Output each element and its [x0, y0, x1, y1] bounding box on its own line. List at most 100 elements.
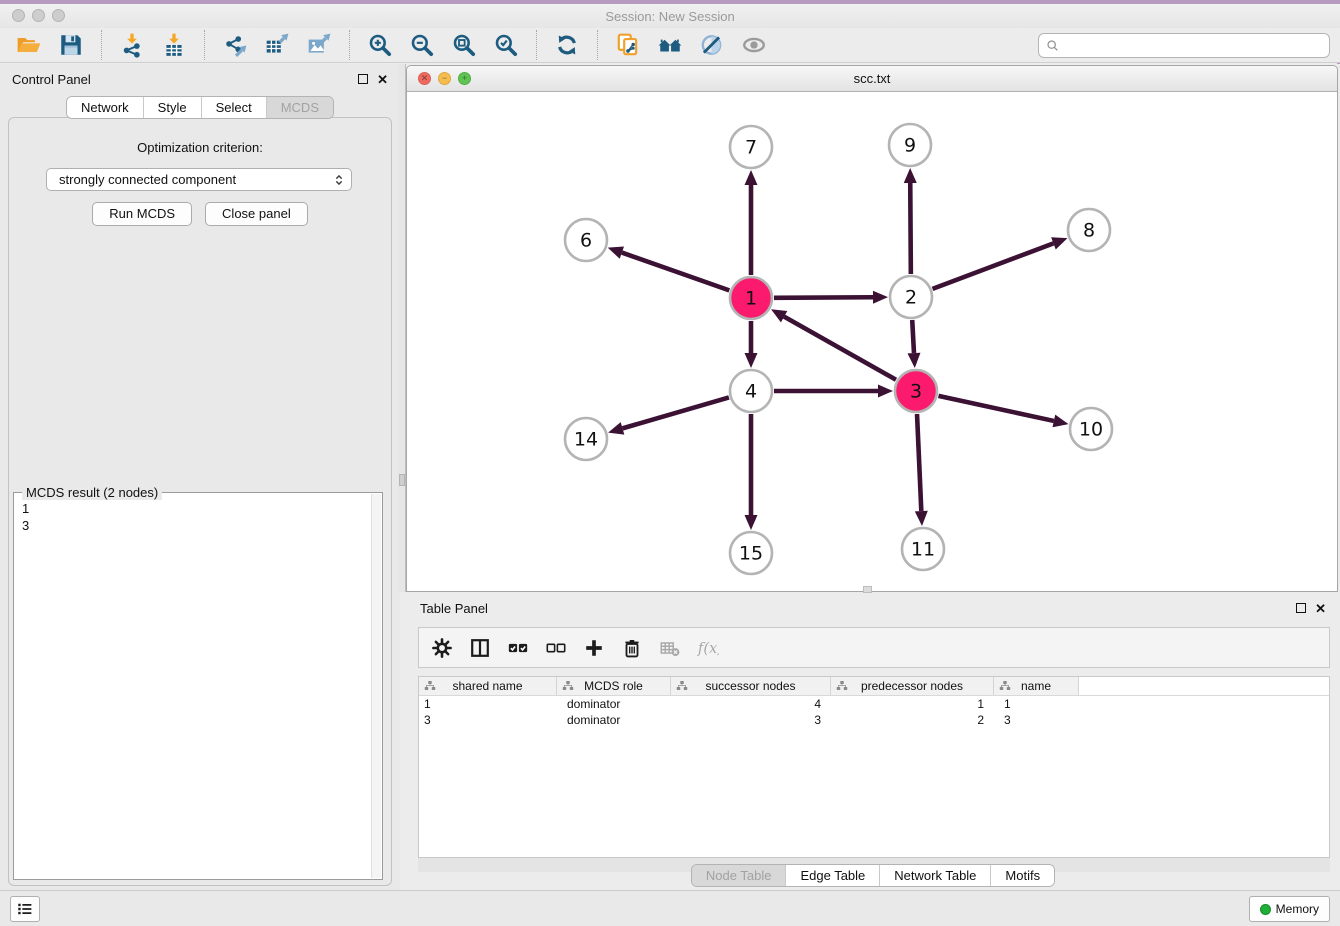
- table-row[interactable]: 1dominator411: [419, 696, 1329, 712]
- graph-edge-3-11[interactable]: [915, 414, 928, 526]
- zoom-selected-button[interactable]: [489, 29, 523, 61]
- network-canvas[interactable]: 1 2 3 4 6 7 8 9 10 11 14 15: [407, 92, 1337, 591]
- graph-edge-3-10[interactable]: [938, 396, 1068, 427]
- task-history-button[interactable]: [10, 896, 40, 922]
- network-window-titlebar[interactable]: ✕ − + scc.txt: [407, 66, 1337, 92]
- graph-node-4[interactable]: 4: [730, 370, 772, 412]
- mcds-result-text[interactable]: 1 3: [14, 493, 382, 541]
- table-cell[interactable]: 3: [419, 712, 557, 728]
- result-scrollbar[interactable]: [371, 494, 381, 878]
- table-cell[interactable]: 3: [671, 712, 831, 728]
- close-table-panel-icon[interactable]: ✕: [1315, 602, 1326, 615]
- zoom-in-button[interactable]: [363, 29, 397, 61]
- graph-edge-1-2[interactable]: [774, 291, 888, 304]
- column-header-shared-name[interactable]: shared name: [419, 677, 557, 695]
- save-session-button[interactable]: [54, 29, 88, 61]
- graph-node-10[interactable]: 10: [1070, 408, 1112, 450]
- window-close-button[interactable]: [12, 9, 25, 22]
- split-columns-button[interactable]: [469, 637, 491, 659]
- table-cell[interactable]: dominator: [557, 712, 671, 728]
- search-input[interactable]: [1065, 38, 1323, 53]
- refresh-button[interactable]: [550, 29, 584, 61]
- close-panel-icon[interactable]: ✕: [377, 73, 388, 86]
- table-row[interactable]: 3dominator323: [419, 712, 1329, 728]
- graph-edge-4-15[interactable]: [745, 414, 758, 530]
- optimization-criterion-dropdown[interactable]: strongly connected component: [46, 168, 352, 191]
- splitter-handle[interactable]: [399, 474, 405, 486]
- graph-edge-2-8[interactable]: [933, 237, 1068, 289]
- graph-edge-1-4[interactable]: [745, 321, 758, 368]
- settings-button[interactable]: [431, 637, 453, 659]
- table-cell[interactable]: 1: [994, 696, 1079, 712]
- column-header-successor-nodes[interactable]: successor nodes: [671, 677, 831, 695]
- clear-checks-button[interactable]: [545, 637, 567, 659]
- export-table-button[interactable]: [260, 29, 294, 61]
- tab-mcds[interactable]: MCDS: [266, 97, 333, 118]
- tab-select[interactable]: Select: [201, 97, 266, 118]
- select-all-checks-button[interactable]: [507, 637, 529, 659]
- window-minimize-button[interactable]: [32, 9, 45, 22]
- column-header-mcds-role[interactable]: MCDS role: [557, 677, 671, 695]
- tab-node-table[interactable]: Node Table: [692, 865, 786, 886]
- graph-edge-4-3[interactable]: [774, 385, 893, 398]
- table-cell[interactable]: 1: [831, 696, 994, 712]
- canvas-resize-handle[interactable]: [863, 586, 872, 593]
- open-file-button[interactable]: [12, 29, 46, 61]
- tab-network[interactable]: Network: [67, 97, 143, 118]
- tab-style[interactable]: Style: [143, 97, 201, 118]
- network-zoom-button[interactable]: +: [458, 72, 471, 85]
- graph-node-3[interactable]: 3: [895, 370, 937, 412]
- graph-node-6[interactable]: 6: [565, 219, 607, 261]
- float-table-panel-icon[interactable]: [1296, 603, 1306, 613]
- graph-node-11[interactable]: 11: [902, 528, 944, 570]
- tab-edge-table[interactable]: Edge Table: [785, 865, 879, 886]
- export-network-button[interactable]: [218, 29, 252, 61]
- table-cell[interactable]: 4: [671, 696, 831, 712]
- run-mcds-button[interactable]: Run MCDS: [92, 202, 192, 226]
- column-header-label: successor nodes: [705, 679, 795, 693]
- show-hide-button[interactable]: [737, 29, 771, 61]
- close-panel-button[interactable]: Close panel: [205, 202, 308, 226]
- toggle-graphics-details-button[interactable]: [695, 29, 729, 61]
- graph-edge-3-1[interactable]: [771, 309, 896, 379]
- table-cell[interactable]: 3: [994, 712, 1079, 728]
- home-button[interactable]: [653, 29, 687, 61]
- table-cell[interactable]: 2: [831, 712, 994, 728]
- panel-splitter[interactable]: [398, 64, 406, 592]
- window-maximize-button[interactable]: [52, 9, 65, 22]
- graph-edge-2-9[interactable]: [904, 168, 917, 274]
- column-header-name[interactable]: name: [994, 677, 1079, 695]
- graph-node-7[interactable]: 7: [730, 126, 772, 168]
- export-image-button[interactable]: [302, 29, 336, 61]
- network-close-button[interactable]: ✕: [418, 72, 431, 85]
- graph-node-1[interactable]: 1: [730, 277, 772, 319]
- zoom-out-button[interactable]: [405, 29, 439, 61]
- graph-node-15[interactable]: 15: [730, 532, 772, 574]
- tab-network-table[interactable]: Network Table: [879, 865, 990, 886]
- table-cell[interactable]: dominator: [557, 696, 671, 712]
- delete-table-icon: [659, 637, 681, 659]
- zoom-fit-button[interactable]: [447, 29, 481, 61]
- float-panel-icon[interactable]: [358, 74, 368, 84]
- graph-edge-4-14[interactable]: [608, 397, 729, 434]
- graph-node-2[interactable]: 2: [890, 276, 932, 318]
- graph-edge-1-6[interactable]: [608, 246, 730, 290]
- search-box[interactable]: [1038, 33, 1330, 58]
- duplicate-network-button[interactable]: [611, 29, 645, 61]
- table-cell[interactable]: 1: [419, 696, 557, 712]
- tab-motifs[interactable]: Motifs: [990, 865, 1054, 886]
- network-minimize-button[interactable]: −: [438, 72, 451, 85]
- graph-node-14[interactable]: 14: [565, 418, 607, 460]
- add-button[interactable]: [583, 637, 605, 659]
- export-image-icon: [306, 32, 332, 58]
- import-network-button[interactable]: [115, 29, 149, 61]
- graph-node-8[interactable]: 8: [1068, 209, 1110, 251]
- column-header-predecessor-nodes[interactable]: predecessor nodes: [831, 677, 994, 695]
- graph-edge-1-7[interactable]: [745, 170, 758, 275]
- delete-button[interactable]: [621, 637, 643, 659]
- graph-node-9[interactable]: 9: [889, 124, 931, 166]
- import-table-button[interactable]: [157, 29, 191, 61]
- memory-button[interactable]: Memory: [1249, 896, 1330, 922]
- graph-edge-2-3[interactable]: [907, 320, 920, 368]
- import-table-icon: [161, 32, 187, 58]
